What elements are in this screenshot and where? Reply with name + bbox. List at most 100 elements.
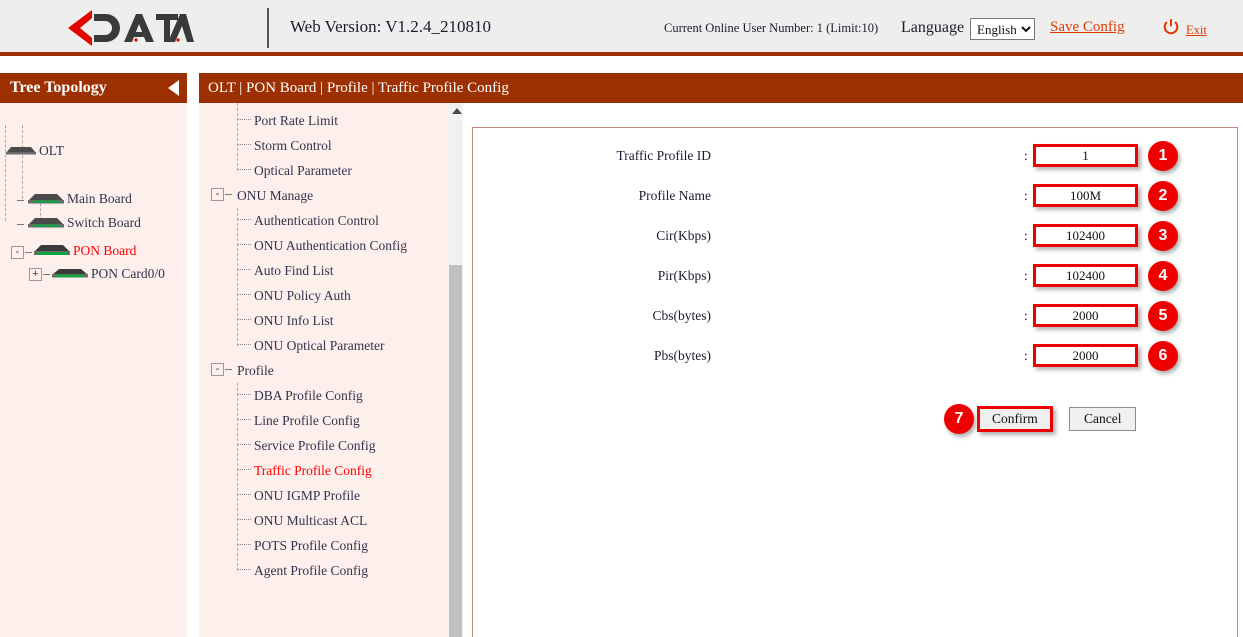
- nav-menu-column: Port Extend ConfigPort Rate LimitStorm C…: [199, 103, 448, 637]
- nav-dash: [237, 394, 251, 395]
- tree-node-pon-card[interactable]: PON Card0/0: [51, 266, 165, 282]
- annotation-badge-5: 5: [1148, 301, 1178, 331]
- tree-topology-sidebar: Tree Topology OLT Main Board: [0, 73, 187, 637]
- nav-dash: [237, 244, 251, 245]
- nav-connector: [237, 103, 238, 171]
- nav-dash: [237, 469, 251, 470]
- field-colon: :: [1024, 348, 1028, 364]
- field-label: Profile Name: [639, 188, 711, 204]
- header-divider: [267, 8, 269, 48]
- nav-dash: [237, 569, 251, 570]
- nav-item-label: Authentication Control: [254, 213, 379, 229]
- nav-dash: [237, 319, 251, 320]
- tree-node-label: Switch Board: [67, 215, 141, 231]
- nav-item-label: Optical Parameter: [254, 163, 352, 179]
- field-input-pir-kbps[interactable]: [1033, 264, 1138, 287]
- nav-group-onu-manage[interactable]: -ONU Manage: [199, 183, 448, 208]
- tree-connector: [22, 125, 23, 199]
- tree-node-switch-board[interactable]: Switch Board: [27, 215, 141, 231]
- content-panel: Traffic Profile ID:1Profile Name:2Cir(Kb…: [472, 127, 1238, 637]
- annotation-badge-6: 6: [1148, 341, 1178, 371]
- nav-item-label: Auto Find List: [254, 263, 334, 279]
- tree-node-label: PON Board: [73, 243, 136, 259]
- nav-item-label: ONU Policy Auth: [254, 288, 351, 304]
- field-colon: :: [1024, 308, 1028, 324]
- scrollbar-thumb[interactable]: [449, 265, 462, 637]
- nav-dash: [237, 219, 251, 220]
- tree-node-main-board[interactable]: Main Board: [27, 191, 132, 207]
- tree-dash: [17, 224, 24, 225]
- board-icon: [51, 268, 89, 281]
- tree-node-label: PON Card0/0: [91, 266, 165, 282]
- save-config-link[interactable]: Save Config: [1050, 19, 1125, 36]
- tree-expander-symbol: +: [32, 268, 38, 280]
- language-label: Language: [901, 19, 964, 37]
- nav-group-label: ONU Manage: [237, 188, 313, 204]
- nav-group-label: Profile: [237, 363, 274, 379]
- nav-group-profile[interactable]: -Profile: [199, 358, 448, 383]
- board-icon: [33, 244, 71, 259]
- field-label: Pir(Kbps): [658, 268, 711, 284]
- field-colon: :: [1024, 188, 1028, 204]
- nav-dash: [225, 194, 232, 195]
- confirm-button[interactable]: Confirm: [977, 406, 1053, 432]
- form-row: Cir(Kbps):3: [473, 224, 1033, 250]
- exit-link[interactable]: Exit: [1186, 23, 1207, 38]
- tree-expander-pon-board[interactable]: -: [11, 246, 24, 259]
- field-input-pbs-bytes[interactable]: [1033, 344, 1138, 367]
- field-label: Cbs(bytes): [653, 308, 712, 324]
- field-input-cbs-bytes[interactable]: [1033, 304, 1138, 327]
- field-label: Pbs(bytes): [654, 348, 711, 364]
- nav-dash: [237, 419, 251, 420]
- field-input-traffic-profile-id[interactable]: [1033, 144, 1138, 167]
- nav-item-label: DBA Profile Config: [254, 388, 363, 404]
- nav-item-label: Service Profile Config: [254, 438, 375, 454]
- tree-node-pon-board[interactable]: PON Board: [33, 243, 136, 259]
- tree-node-label: OLT: [39, 143, 64, 159]
- field-colon: :: [1024, 268, 1028, 284]
- sidebar-title-text: Tree Topology: [10, 79, 107, 96]
- nav-dash: [237, 444, 251, 445]
- nav-connector: [237, 208, 238, 346]
- annotation-badge-3: 3: [1148, 221, 1178, 251]
- field-label: Cir(Kbps): [656, 228, 711, 244]
- triangle-left-icon[interactable]: [168, 80, 179, 96]
- nav-group-expander[interactable]: -: [211, 363, 224, 376]
- power-icon: [1163, 19, 1179, 36]
- web-version-label: Web Version: V1.2.4_210810: [290, 17, 491, 37]
- tree-expander-pon-card[interactable]: +: [29, 268, 42, 281]
- nav-dash: [237, 119, 251, 120]
- field-input-cir-kbps[interactable]: [1033, 224, 1138, 247]
- tree-dash: [43, 274, 50, 275]
- annotation-badge-2: 2: [1148, 181, 1178, 211]
- tree-node-label: Main Board: [67, 191, 132, 207]
- nav-item-label: ONU Authentication Config: [254, 238, 407, 254]
- nav-menu-list: Port Extend ConfigPort Rate LimitStorm C…: [199, 103, 448, 583]
- tree-node-list: OLT Main Board Switch Board -: [0, 103, 187, 637]
- tree-dash: [17, 200, 24, 201]
- nav-item-label: Port Rate Limit: [254, 113, 338, 129]
- field-input-profile-name[interactable]: [1033, 184, 1138, 207]
- cancel-button[interactable]: Cancel: [1069, 407, 1136, 431]
- form-row: Pir(Kbps):4: [473, 264, 1033, 290]
- field-colon: :: [1024, 228, 1028, 244]
- nav-dash: [237, 544, 251, 545]
- nav-dash: [237, 144, 251, 145]
- tree-node-olt[interactable]: OLT: [5, 143, 64, 159]
- scroll-up-arrow-icon[interactable]: [452, 108, 462, 114]
- field-colon: :: [1024, 148, 1028, 164]
- tree-expander-symbol: -: [16, 246, 20, 258]
- online-user-count: Current Online User Number: 1 (Limit:10): [664, 21, 878, 36]
- nav-item-label: Port Extend Config: [254, 103, 359, 104]
- main-area: OLT | PON Board | Profile | Traffic Prof…: [199, 73, 1243, 637]
- form-row: Profile Name:2: [473, 184, 1033, 210]
- menu-scrollbar[interactable]: [448, 103, 463, 637]
- form-row: Pbs(bytes):6: [473, 344, 1033, 370]
- language-select[interactable]: English: [970, 18, 1035, 40]
- annotation-badge-1: 1: [1148, 141, 1178, 171]
- app-header: Web Version: V1.2.4_210810 Current Onlin…: [0, 0, 1243, 56]
- nav-dash: [237, 494, 251, 495]
- nav-group-expander[interactable]: -: [211, 188, 224, 201]
- annotation-badge-4: 4: [1148, 261, 1178, 291]
- board-icon: [27, 193, 65, 206]
